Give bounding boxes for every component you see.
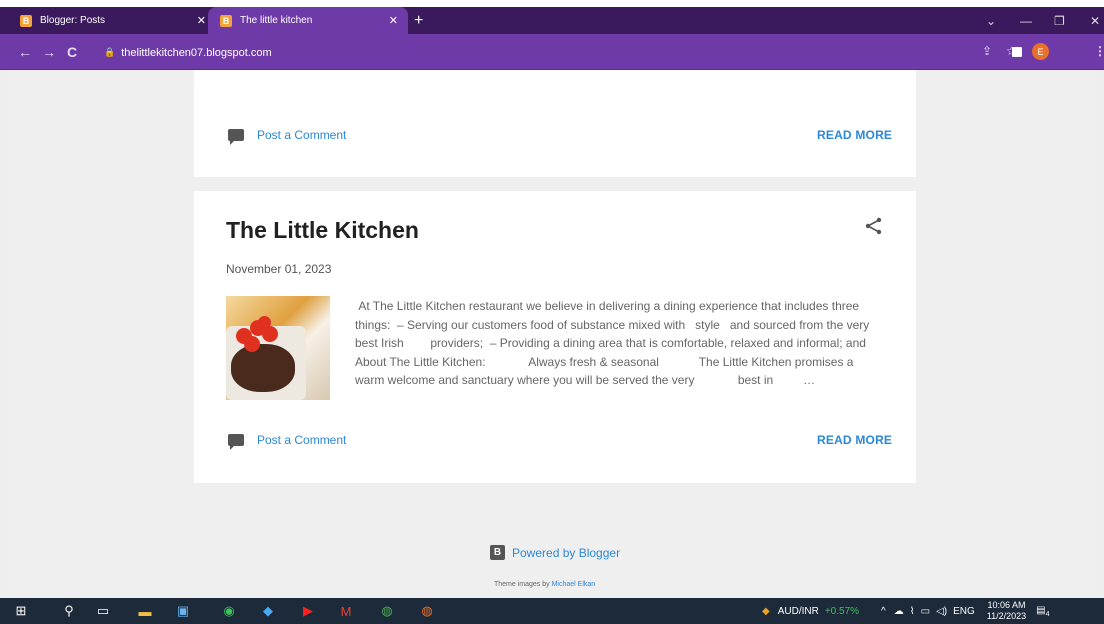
tomato-shape [258, 316, 271, 329]
store-icon[interactable]: ▣ [170, 598, 196, 624]
reload-icon[interactable]: C [67, 44, 77, 60]
notifications-icon[interactable]: ▤4 [1036, 605, 1049, 618]
share-page-icon[interactable]: ⇪ [982, 44, 992, 58]
address-bar[interactable]: 🔒 thelittlekitchen07.blogspot.com [96, 42, 961, 63]
system-tray: ◆ AUD/INR +0.57% ^ ☁ ⌇ ▭ ◁) ENG 10:06 AM… [762, 598, 1050, 624]
tomato-shape [244, 336, 260, 352]
side-panel-icon[interactable] [1012, 47, 1022, 57]
file-explorer-icon[interactable]: ▬ [132, 598, 158, 624]
close-tab-icon[interactable]: ✕ [197, 14, 206, 27]
clock[interactable]: 10:06 AM 11/2/2023 [987, 600, 1026, 622]
ticker-label[interactable]: AUD/INR [778, 606, 819, 617]
tab-label: Blogger: Posts [40, 15, 106, 26]
windows-start-icon[interactable]: ⊞ [8, 598, 34, 624]
new-tab-button[interactable]: + [414, 7, 423, 34]
read-more-link[interactable]: READ MORE [817, 433, 892, 447]
post-comment-link[interactable]: Post a Comment [228, 433, 346, 450]
wifi-icon[interactable]: ⌇ [910, 606, 915, 617]
post-snippet: At The Little Kitchen restaurant we beli… [355, 299, 873, 387]
tab-label: The little kitchen [240, 15, 313, 26]
lock-icon: 🔒 [104, 47, 116, 57]
post-title[interactable]: The Little Kitchen [226, 217, 419, 244]
battery-icon[interactable]: ▭ [921, 606, 930, 617]
share-icon[interactable] [864, 216, 884, 236]
tab-blogger-posts[interactable]: B Blogger: Posts ✕ [8, 7, 216, 34]
blogger-favicon-icon: B [20, 14, 32, 27]
post-comment-link[interactable]: Post a Comment [228, 128, 346, 145]
post-thumbnail[interactable] [226, 296, 330, 400]
youtube-icon[interactable]: ▶ [295, 598, 321, 624]
forward-icon[interactable]: → [42, 44, 56, 60]
menu-kebab-icon[interactable]: ⋮ [1094, 44, 1104, 58]
blogger-logo-icon: B [490, 545, 505, 560]
title-bar-edge [0, 0, 1104, 7]
url-text: thelittlekitchen07.blogspot.com [121, 46, 272, 59]
tab-the-little-kitchen[interactable]: B The little kitchen ✕ [208, 7, 408, 34]
onedrive-cloud-icon[interactable]: ☁ [894, 606, 904, 617]
restore-icon[interactable]: ❐ [1054, 7, 1065, 34]
tab-search-icon[interactable]: ⌄ [986, 7, 996, 34]
language-indicator[interactable]: ENG [953, 606, 975, 617]
chrome-icon[interactable]: ◍ [374, 598, 400, 624]
read-more-link[interactable]: READ MORE [817, 128, 892, 142]
comment-icon [228, 129, 244, 145]
previous-post-card: Post a Comment READ MORE [194, 70, 916, 177]
comment-icon [228, 434, 244, 450]
search-icon[interactable]: ⚲ [56, 598, 82, 624]
volume-icon[interactable]: ◁) [936, 606, 947, 617]
ticker-icon: ◆ [762, 605, 770, 617]
app-icon[interactable]: ◆ [255, 598, 281, 624]
task-view-icon[interactable]: ▭ [90, 598, 116, 624]
steak-shape [231, 344, 295, 392]
close-window-icon[interactable]: ✕ [1090, 7, 1100, 34]
close-tab-icon[interactable]: ✕ [389, 14, 398, 27]
blogger-favicon-icon: B [220, 14, 232, 27]
whatsapp-icon[interactable]: ◉ [216, 598, 242, 624]
chrome-profile-icon[interactable]: ◍ [414, 598, 440, 624]
theme-attribution: Theme images by Michael Elkan [494, 581, 596, 588]
post-date[interactable]: November 01, 2023 [226, 262, 331, 276]
back-icon[interactable]: ← [18, 44, 32, 60]
minimize-icon[interactable]: — [1020, 7, 1032, 34]
show-hidden-icons-icon[interactable]: ^ [881, 606, 886, 617]
gmail-icon[interactable]: M [333, 598, 359, 624]
profile-avatar[interactable]: E [1032, 43, 1049, 60]
theme-author-link[interactable]: Michael Elkan [552, 581, 596, 588]
powered-by-blogger-link[interactable]: B Powered by Blogger [490, 545, 620, 560]
ticker-change: +0.57% [824, 605, 860, 617]
